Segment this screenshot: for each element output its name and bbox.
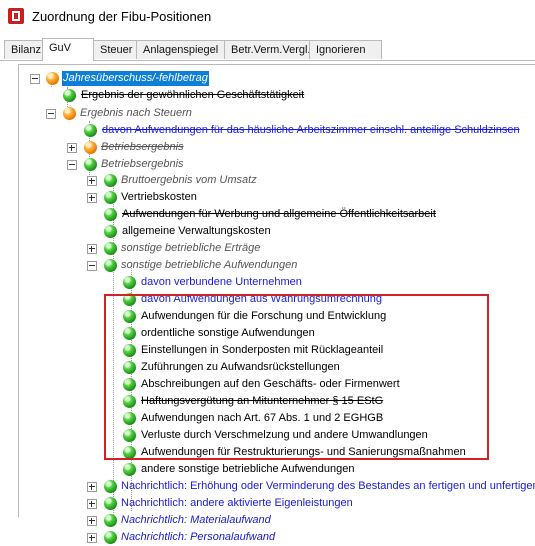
node-label: Nachrichtlich: Personalaufwand: [121, 531, 276, 543]
status-icon: [46, 72, 59, 85]
status-icon: [63, 89, 76, 102]
node-label: Jahresüberschuss/-fehlbetrag: [62, 71, 209, 86]
expand-icon[interactable]: [67, 143, 77, 153]
node-label: Ergebnis nach Steuern: [80, 107, 192, 119]
status-icon: [84, 141, 97, 154]
window-title: Zuordnung der Fibu-Positionen: [32, 9, 212, 24]
node-label: Nachrichtlich: Materialaufwand: [121, 514, 271, 526]
status-icon: [123, 463, 136, 476]
tab-anlagenspiegel[interactable]: Anlagenspiegel: [136, 40, 236, 59]
tab-ignorieren[interactable]: Ignorieren: [309, 40, 382, 59]
tab-guv[interactable]: GuV: [42, 38, 94, 61]
node-label: sonstige betriebliche Aufwendungen: [121, 259, 298, 271]
node-label: andere sonstige betriebliche Aufwendunge…: [141, 463, 355, 475]
status-icon: [104, 191, 117, 204]
status-icon: [104, 174, 117, 187]
node-label: Vertriebskosten: [121, 191, 197, 203]
status-icon: [104, 480, 117, 493]
collapse-icon[interactable]: [30, 74, 40, 84]
status-icon: [63, 107, 76, 120]
collapse-icon[interactable]: [67, 160, 77, 170]
node-label: davon verbundene Unternehmen: [141, 276, 302, 288]
node-label: sonstige betriebliche Erträge: [121, 242, 261, 254]
status-icon: [123, 276, 136, 289]
status-icon: [104, 531, 117, 544]
node-label: davon Aufwendungen für das häusliche Arb…: [102, 124, 520, 136]
status-icon: [84, 158, 97, 171]
highlight-box: [104, 294, 489, 460]
tab-bar: Bilanz GuV Steuer Anlagenspiegel Betr.Ve…: [0, 38, 535, 61]
expand-icon[interactable]: [87, 533, 97, 543]
expand-icon[interactable]: [87, 482, 97, 492]
status-icon: [104, 242, 117, 255]
node-label: Nachrichtlich: andere aktivierte Eigenle…: [121, 497, 353, 509]
expand-icon[interactable]: [87, 244, 97, 254]
status-icon: [84, 124, 97, 137]
node-label: allgemeine Verwaltungskosten: [122, 225, 271, 237]
collapse-icon[interactable]: [87, 261, 97, 271]
node-label: Betriebsergebnis: [101, 141, 184, 153]
status-icon: [104, 497, 117, 510]
node-label: Betriebsergebnis: [101, 158, 184, 170]
expand-icon[interactable]: [87, 499, 97, 509]
title-bar: Zuordnung der Fibu-Positionen: [0, 0, 535, 34]
collapse-icon[interactable]: [46, 109, 56, 119]
expand-icon[interactable]: [87, 193, 97, 203]
node-label: Bruttoergebnis vom Umsatz: [121, 174, 257, 186]
node-label: Nachrichtlich: Erhöhung oder Verminderun…: [121, 480, 535, 492]
status-icon: [104, 259, 117, 272]
node-label: Aufwendungen für Werbung und allgemeine …: [122, 208, 436, 220]
tab-betr-verm-vergl[interactable]: Betr.Verm.Vergl.: [224, 40, 317, 59]
node-label: Ergebnis der gewöhnlichen Geschäftstätig…: [81, 89, 305, 101]
app-icon: [8, 8, 24, 24]
status-icon: [104, 225, 117, 238]
expand-icon[interactable]: [87, 176, 97, 186]
expand-icon[interactable]: [87, 516, 97, 526]
status-icon: [104, 208, 117, 221]
